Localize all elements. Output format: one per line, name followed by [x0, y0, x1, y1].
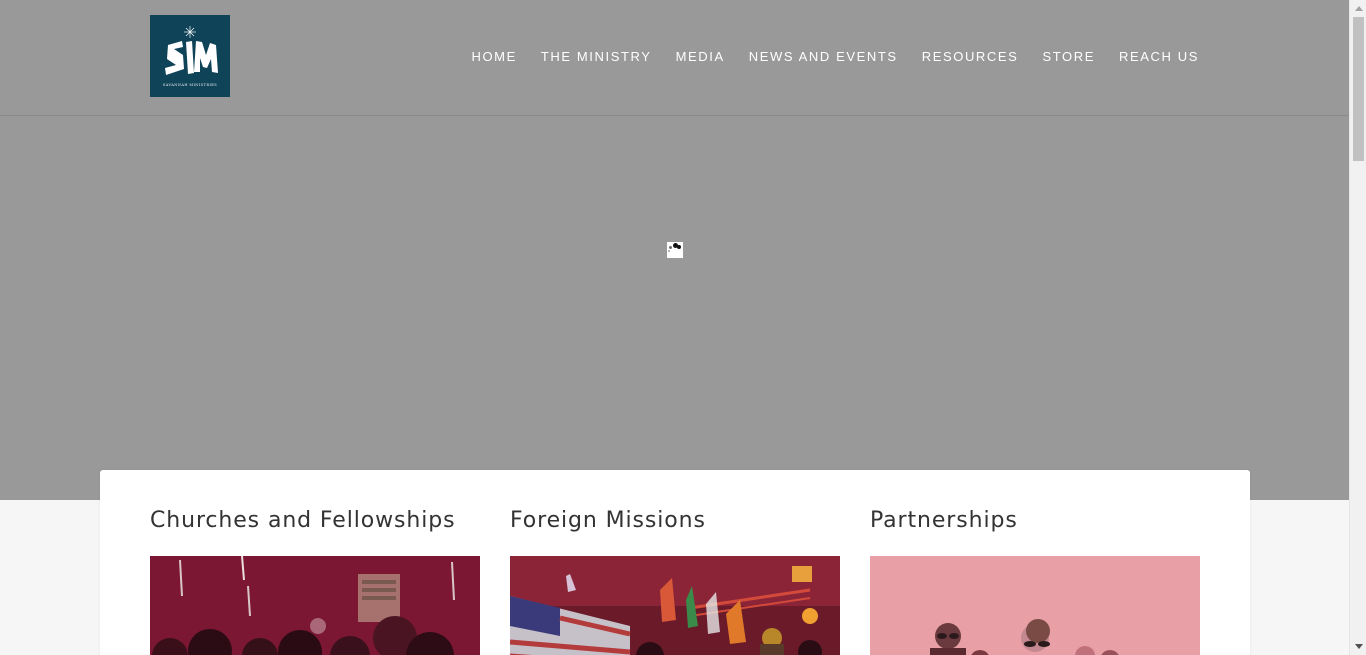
scroll-up-icon[interactable] — [1350, 0, 1366, 17]
flags-concert-photo[interactable] — [510, 556, 840, 655]
section-title: Foreign Missions — [510, 508, 706, 533]
nav-store[interactable]: STORE — [1042, 47, 1095, 66]
scrollbar-thumb[interactable] — [1353, 17, 1364, 161]
worship-crowd-photo[interactable] — [150, 556, 480, 655]
services-card: Churches and Fellowships Foreign Mission… — [100, 470, 1250, 655]
page-scrollbar[interactable] — [1349, 0, 1366, 655]
nav-home[interactable]: HOME — [471, 47, 516, 66]
loading-spinner-icon — [667, 242, 683, 258]
nav-news-and-events[interactable]: NEWS AND EVENTS — [749, 47, 898, 66]
section-title: Partnerships — [870, 508, 1018, 533]
scroll-down-icon[interactable] — [1350, 638, 1366, 655]
nav-media[interactable]: MEDIA — [676, 47, 725, 66]
nav-reach-us[interactable]: REACH US — [1119, 47, 1199, 66]
hero-slider — [0, 116, 1349, 500]
section-title: Churches and Fellowships — [150, 508, 456, 533]
nav-the-ministry[interactable]: THE MINISTRY — [541, 47, 652, 66]
nav-resources[interactable]: RESOURCES — [922, 47, 1019, 66]
main-nav: HOME THE MINISTRY MEDIA NEWS AND EVENTS … — [471, 47, 1199, 66]
site-logo[interactable]: SAVANNAH MINISTRIES — [150, 15, 230, 97]
people-group-photo[interactable] — [870, 556, 1200, 655]
site-header: SAVANNAH MINISTRIES HOME THE MINISTRY ME… — [0, 0, 1349, 116]
logo-subtitle: SAVANNAH MINISTRIES — [162, 83, 218, 87]
